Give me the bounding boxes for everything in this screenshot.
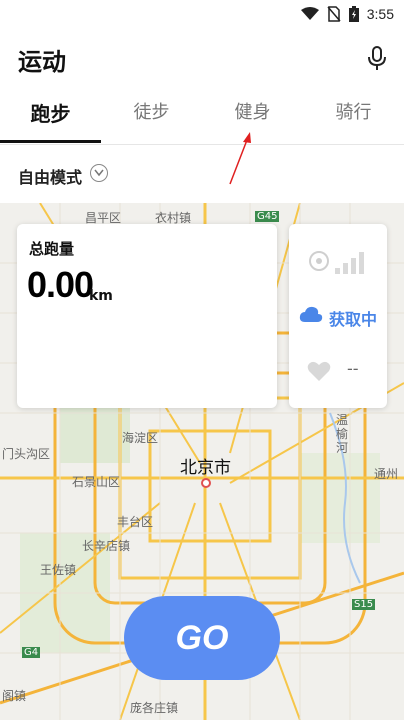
run-distance-card: 总跑量 0.00 km — [17, 224, 277, 408]
map-label: 石景山区 — [72, 475, 121, 489]
map-label: 海淀区 — [122, 431, 159, 445]
heart-rate-value: -- — [347, 359, 359, 378]
map-label: 丰台区 — [117, 515, 154, 529]
microphone-icon[interactable] — [366, 46, 388, 72]
status-icons: 3:55 — [300, 6, 394, 22]
status-bar: 3:55 — [0, 0, 404, 30]
tab-running[interactable]: 跑步 — [0, 98, 101, 127]
app-header: 运动 — [0, 30, 404, 86]
battery-charging-icon — [348, 6, 359, 22]
go-button[interactable]: GO — [124, 596, 280, 680]
wifi-icon — [300, 7, 319, 20]
highway-badge: G45 — [255, 211, 280, 222]
status-card: 获取中 -- — [289, 224, 387, 408]
map-label: 王佐镇 — [40, 563, 77, 577]
map-label: 门头沟区 — [2, 447, 51, 461]
metric-label: 总跑量 — [29, 240, 75, 258]
status-time: 3:55 — [366, 6, 394, 22]
distance-value: 0.00 — [27, 264, 94, 305]
map-label: 通州 — [374, 467, 399, 481]
map-label: 温榆河 — [336, 413, 349, 455]
tab-fitness[interactable]: 健身 — [202, 98, 303, 124]
highway-badge: S15 — [352, 599, 376, 610]
gps-status-text: 获取中 — [329, 310, 378, 329]
map-label: 庞各庄镇 — [130, 701, 179, 715]
map-label: 长辛店镇 — [82, 539, 131, 553]
mode-label: 自由模式 — [18, 168, 83, 187]
cloud-icon — [299, 306, 323, 322]
mode-selector[interactable]: 自由模式 — [0, 146, 404, 202]
tab-hiking[interactable]: 徒步 — [101, 98, 202, 124]
sport-tabs: 跑步 徒步 健身 骑行 — [0, 88, 404, 145]
map-label: 阁镇 — [2, 689, 27, 703]
gps-signal-icon — [309, 251, 364, 274]
tab-cycling[interactable]: 骑行 — [303, 98, 404, 124]
distance-unit: km — [89, 288, 113, 304]
page-title: 运动 — [18, 48, 66, 76]
highway-badge: G4 — [22, 647, 41, 658]
active-tab-indicator — [0, 140, 101, 143]
heart-icon — [307, 361, 331, 381]
city-label: 北京市 — [180, 458, 231, 478]
no-sim-icon — [327, 6, 341, 22]
chevron-down-circle-icon[interactable] — [90, 164, 108, 182]
